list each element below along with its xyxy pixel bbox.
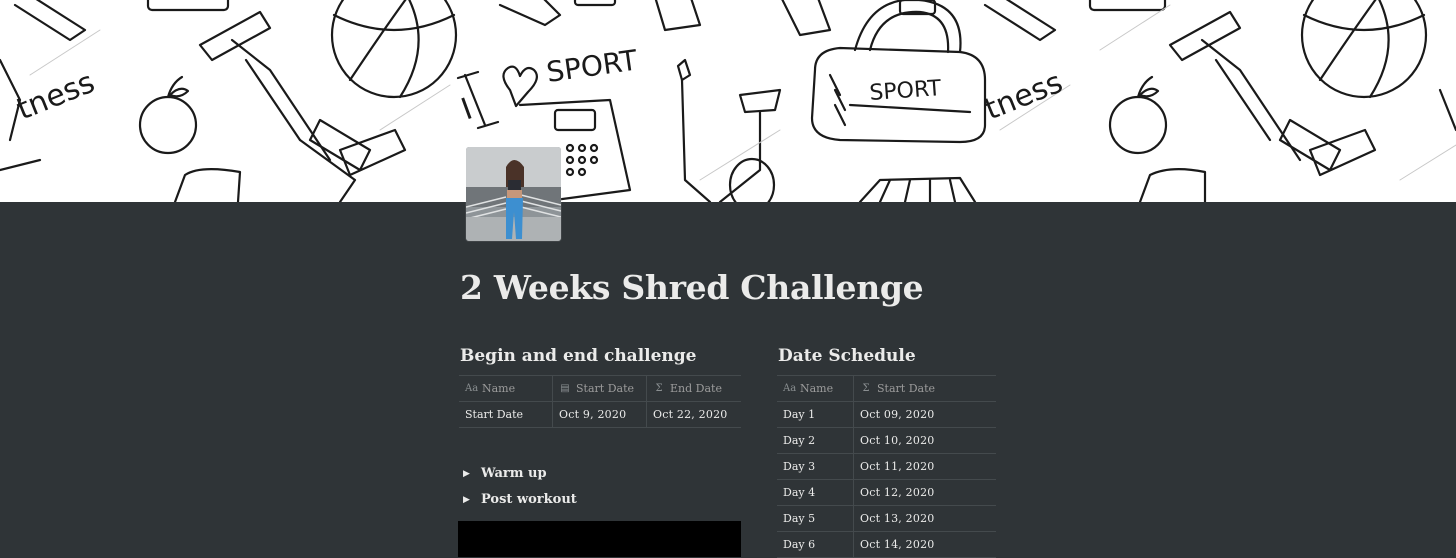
formula-icon: Σ bbox=[655, 383, 663, 394]
row-date[interactable]: Oct 10, 2020 bbox=[853, 428, 996, 453]
row-name[interactable]: Day 4 bbox=[777, 480, 853, 505]
table-row[interactable]: Day 5 Oct 13, 2020 bbox=[777, 506, 996, 532]
toggle-triangle-icon[interactable]: ▶ bbox=[463, 469, 479, 479]
page-cover[interactable]: SPORT SPORT tness tness I bbox=[0, 0, 1456, 202]
svg-text:tness: tness bbox=[12, 65, 100, 128]
toggle-warm-up[interactable]: ▶ Warm up bbox=[459, 466, 547, 481]
text-property-icon: Aa bbox=[465, 383, 479, 394]
row-date[interactable]: Oct 11, 2020 bbox=[853, 454, 996, 479]
row-date[interactable]: Oct 13, 2020 bbox=[853, 506, 996, 531]
table-row[interactable]: Day 6 Oct 14, 2020 bbox=[777, 532, 996, 558]
row-start-date[interactable]: Oct 9, 2020 bbox=[552, 402, 646, 427]
table-row[interactable]: Day 4 Oct 12, 2020 bbox=[777, 480, 996, 506]
table-row[interactable]: Day 1 Oct 09, 2020 bbox=[777, 402, 996, 428]
row-name[interactable]: Start Date bbox=[459, 402, 552, 427]
date-schedule-table: Aa Name Σ Start Date Day 1 Oct 09, 2020 … bbox=[777, 375, 996, 558]
toggle-triangle-icon[interactable]: ▶ bbox=[463, 495, 479, 505]
date-schedule-heading[interactable]: Date Schedule bbox=[778, 346, 916, 366]
table-row[interactable]: Start Date Oct 9, 2020 Oct 22, 2020 bbox=[459, 402, 741, 428]
row-end-date[interactable]: Oct 22, 2020 bbox=[646, 402, 741, 427]
column-header-start-date[interactable]: Σ Start Date bbox=[853, 376, 996, 401]
begin-end-heading[interactable]: Begin and end challenge bbox=[460, 346, 697, 366]
table-row[interactable]: Day 3 Oct 11, 2020 bbox=[777, 454, 996, 480]
toggle-post-workout[interactable]: ▶ Post workout bbox=[459, 492, 577, 507]
text-property-icon: Aa bbox=[783, 383, 797, 394]
row-name[interactable]: Day 3 bbox=[777, 454, 853, 479]
video-embed[interactable] bbox=[458, 521, 741, 557]
table-row[interactable]: Day 2 Oct 10, 2020 bbox=[777, 428, 996, 454]
fitness-photo-image bbox=[466, 147, 561, 241]
row-name[interactable]: Day 2 bbox=[777, 428, 853, 453]
page-title[interactable]: 2 Weeks Shred Challenge bbox=[460, 268, 924, 307]
svg-text:SPORT: SPORT bbox=[544, 43, 640, 88]
table-header-row: Aa Name Σ Start Date bbox=[777, 375, 996, 402]
svg-text:SPORT: SPORT bbox=[869, 76, 943, 106]
cover-doodle-pattern: SPORT SPORT tness tness I bbox=[0, 0, 1456, 202]
row-date[interactable]: Oct 14, 2020 bbox=[853, 532, 996, 557]
formula-icon: Σ bbox=[862, 383, 870, 394]
column-header-start-date[interactable]: ▤ Start Date bbox=[552, 376, 646, 401]
column-header-name[interactable]: Aa Name bbox=[777, 376, 853, 401]
calendar-icon: ▤ bbox=[560, 383, 570, 394]
table-header-row: Aa Name ▤ Start Date Σ End Date bbox=[459, 375, 741, 402]
row-date[interactable]: Oct 12, 2020 bbox=[853, 480, 996, 505]
page-icon-photo[interactable] bbox=[466, 147, 561, 241]
svg-text:tness: tness bbox=[980, 65, 1068, 128]
column-header-end-date[interactable]: Σ End Date bbox=[646, 376, 741, 401]
row-date[interactable]: Oct 09, 2020 bbox=[853, 402, 996, 427]
row-name[interactable]: Day 1 bbox=[777, 402, 853, 427]
begin-end-table: Aa Name ▤ Start Date Σ End Date Start Da… bbox=[459, 375, 741, 428]
row-name[interactable]: Day 6 bbox=[777, 532, 853, 557]
row-name[interactable]: Day 5 bbox=[777, 506, 853, 531]
column-header-name[interactable]: Aa Name bbox=[459, 376, 552, 401]
